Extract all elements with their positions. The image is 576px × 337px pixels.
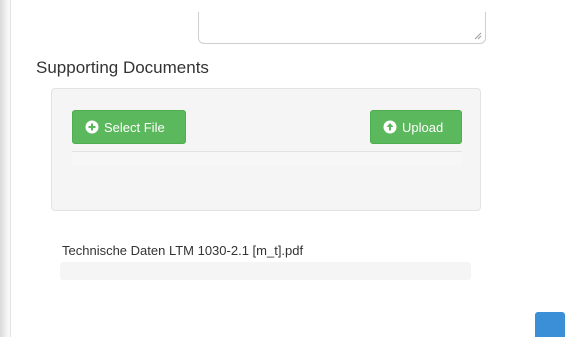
upload-label: Upload — [402, 119, 444, 135]
upload-button[interactable]: Upload — [370, 110, 462, 144]
arrow-up-circle-icon — [383, 120, 397, 134]
select-file-button[interactable]: Select File — [72, 110, 186, 144]
upload-queue — [72, 151, 462, 165]
description-textarea[interactable] — [198, 12, 486, 44]
left-panel-edge — [10, 0, 11, 337]
section-title: Supporting Documents — [36, 58, 209, 77]
resize-grip-icon[interactable] — [474, 32, 482, 40]
page: Supporting Documents Select File Upload … — [0, 0, 576, 337]
uploaded-file-name[interactable]: Technische Daten LTM 1030-2.1 [m_t].pdf — [62, 243, 303, 258]
scroll-to-top-button[interactable] — [535, 312, 565, 337]
select-file-label: Select File — [104, 119, 165, 135]
plus-circle-icon — [85, 120, 99, 134]
file-progress-bar — [60, 262, 471, 280]
upload-panel: Select File Upload — [51, 88, 481, 211]
